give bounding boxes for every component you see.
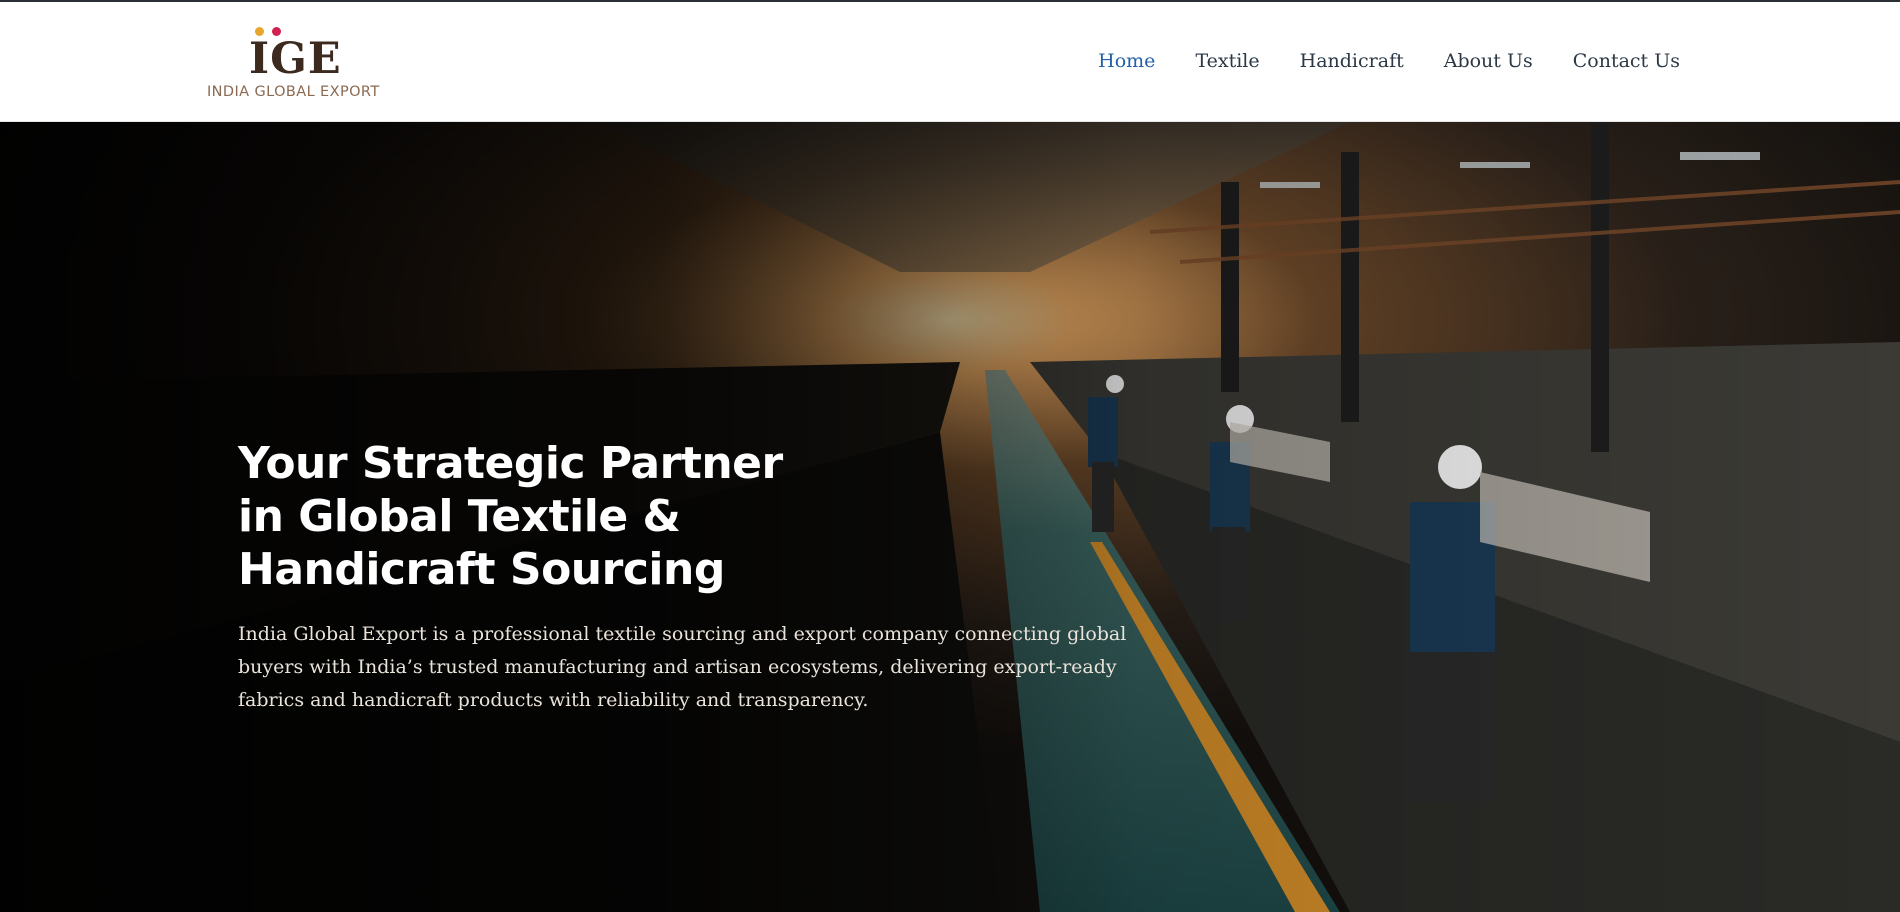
logo-subtitle: INDIA GLOBAL EXPORT bbox=[207, 84, 380, 100]
nav-home[interactable]: Home bbox=[1098, 50, 1155, 72]
main-nav: Home Textile Handicraft About Us Contact… bbox=[1098, 50, 1680, 72]
nav-contact-us[interactable]: Contact Us bbox=[1573, 50, 1680, 72]
nav-handicraft[interactable]: Handicraft bbox=[1300, 50, 1404, 72]
nav-textile[interactable]: Textile bbox=[1195, 50, 1259, 72]
nav-about-us[interactable]: About Us bbox=[1444, 50, 1533, 72]
hero-section: Your Strategic Partner in Global Textile… bbox=[0, 122, 1900, 912]
logo-mark: IGE bbox=[249, 34, 342, 84]
hero-title: Your Strategic Partner in Global Textile… bbox=[238, 438, 783, 595]
hero-description: India Global Export is a professional te… bbox=[238, 623, 1127, 711]
site-header: IGE INDIA GLOBAL EXPORT Home Textile Han… bbox=[0, 2, 1900, 122]
hero-content: Your Strategic Partner in Global Textile… bbox=[238, 437, 1198, 717]
brand-logo[interactable]: IGE INDIA GLOBAL EXPORT bbox=[205, 24, 395, 104]
